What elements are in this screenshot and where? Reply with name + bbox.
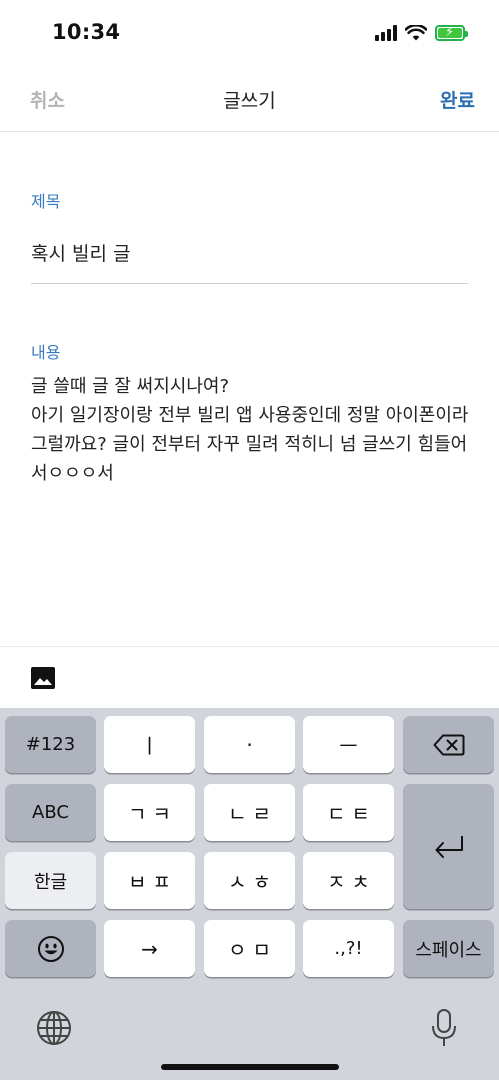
content-label: 내용 (31, 343, 61, 362)
vowel-dot-label: · (246, 732, 253, 757)
status-time: 10:34 (52, 20, 121, 44)
title-label: 제목 (31, 192, 61, 211)
space-key-label: 스페이스 (415, 939, 482, 961)
consonant-jc-label: ㅈㅊ (327, 870, 376, 894)
consonant-om-label: ㅇㅁ (228, 938, 277, 962)
consonant-nr-label: ㄴㄹ (228, 802, 277, 826)
consonant-dt-key[interactable]: ㄷㅌ (303, 784, 394, 841)
consonant-sh-label: ㅅㅎ (228, 870, 277, 894)
consonant-sh-key[interactable]: ㅅㅎ (204, 852, 295, 909)
consonant-nr-key[interactable]: ㄴㄹ (204, 784, 295, 841)
mic-icon[interactable] (430, 1008, 458, 1048)
abc-key[interactable]: ABC (5, 784, 96, 841)
backspace-key[interactable] (403, 716, 494, 773)
consonant-jc-key[interactable]: ㅈㅊ (303, 852, 394, 909)
wifi-icon (405, 25, 427, 41)
emoji-icon (37, 935, 64, 962)
attachment-bar (0, 646, 499, 708)
consonant-bp-label: ㅂㅍ (128, 870, 177, 894)
page-title: 글쓰기 (223, 90, 276, 112)
home-indicator (161, 1064, 339, 1070)
battery-icon: ⚡ (435, 25, 468, 41)
hangul-key[interactable]: 한글 (5, 852, 96, 909)
globe-icon[interactable] (36, 1010, 72, 1046)
consonant-gk-label: ㄱㅋ (128, 802, 177, 826)
return-key[interactable] (403, 784, 494, 909)
status-icons: ⚡ (375, 22, 468, 44)
space-key[interactable]: 스페이스 (403, 920, 494, 977)
consonant-om-key[interactable]: ㅇㅁ (204, 920, 295, 977)
punctuation-key[interactable]: .,?! (303, 920, 394, 977)
image-icon[interactable] (31, 667, 55, 689)
return-icon (435, 835, 463, 858)
hangul-key-label: 한글 (33, 871, 68, 893)
vowel-i-key[interactable]: ㅣ (104, 716, 195, 773)
arrow-key[interactable]: → (104, 920, 195, 977)
punctuation-key-label: .,?! (334, 938, 363, 959)
consonant-bp-key[interactable]: ㅂㅍ (104, 852, 195, 909)
vowel-i-label: ㅣ (140, 734, 159, 758)
status-bar: 10:34 ⚡ (0, 0, 499, 66)
cellular-signal-icon (375, 25, 397, 41)
nav-bar: 취소 글쓰기 완료 (0, 66, 499, 132)
vowel-eu-key[interactable]: ㅡ (303, 716, 394, 773)
vowel-eu-label: ㅡ (339, 734, 358, 758)
numbers-key[interactable]: #123 (5, 716, 96, 773)
keyboard: #123 ㅣ · ㅡ ABC ㄱㅋ ㄴㄹ ㄷㅌ 한글 ㅂㅍ ㅅㅎ ㅈㅊ → ㅇㅁ… (0, 708, 499, 1080)
numbers-key-label: #123 (25, 734, 76, 755)
emoji-key[interactable] (5, 920, 96, 977)
title-input[interactable] (31, 236, 468, 284)
done-button[interactable]: 완료 (440, 86, 475, 113)
consonant-gk-key[interactable]: ㄱㅋ (104, 784, 195, 841)
consonant-dt-label: ㄷㅌ (327, 802, 376, 826)
abc-key-label: ABC (32, 802, 69, 823)
content-textarea[interactable]: 글 쓸때 글 잘 써지시나여? 아기 일기장이랑 전부 빌리 앱 사용중인데 정… (31, 372, 471, 622)
arrow-key-label: → (141, 936, 158, 961)
backspace-icon (433, 734, 464, 755)
vowel-dot-key[interactable]: · (204, 716, 295, 773)
